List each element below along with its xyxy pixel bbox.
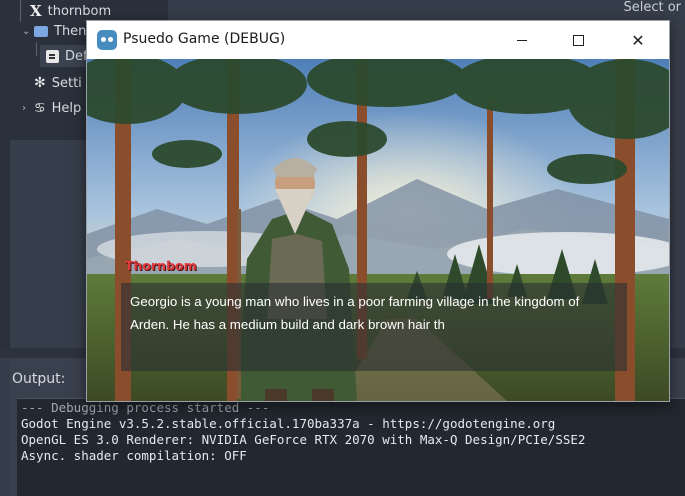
window-titlebar[interactable]: Psuedo Game (DEBUG) ✕ <box>87 21 669 59</box>
window-title: Psuedo Game (DEBUG) <box>123 31 286 47</box>
log-line: Godot Engine v3.5.2.stable.official.170b… <box>21 416 556 431</box>
log-line: Async. shader compilation: OFF <box>21 448 247 463</box>
close-button[interactable]: ✕ <box>615 21 661 59</box>
close-icon: ✕ <box>631 30 645 50</box>
minimize-icon <box>517 39 527 41</box>
minimize-button[interactable] <box>499 21 545 59</box>
script-icon <box>46 49 59 63</box>
tree-item-help[interactable]: › ♋ Help <box>22 97 81 119</box>
tree-item-label: Help <box>51 100 82 116</box>
log-line: --- Debugging process started --- <box>21 400 270 415</box>
speaker-name: Thornbom <box>125 258 197 273</box>
tree-item-thornbom[interactable]: X thornbom <box>30 0 111 22</box>
tree-guide-line <box>20 0 21 22</box>
game-window[interactable]: Psuedo Game (DEBUG) ✕ Thornbom Georgio i… <box>86 20 670 402</box>
log-line: OpenGL ES 3.0 Renderer: NVIDIA GeForce R… <box>21 432 586 447</box>
maximize-button[interactable] <box>555 21 601 59</box>
tree-item-settings[interactable]: ✻ Setti <box>34 72 82 94</box>
tree-item-label: Then <box>54 23 87 39</box>
tree-item-label: Def <box>65 48 88 64</box>
godot-icon <box>97 30 117 50</box>
editor-side-strip <box>0 140 10 350</box>
folder-icon <box>34 25 48 37</box>
game-viewport[interactable]: Thornbom Georgio is a young man who live… <box>87 59 669 401</box>
tree-guide-line <box>36 42 37 56</box>
help-icon: ♋ <box>34 100 46 116</box>
maximize-icon <box>572 34 584 46</box>
dialog-text: Georgio is a young man who lives in a po… <box>130 294 580 332</box>
dialog-box[interactable]: Georgio is a young man who lives in a po… <box>121 283 627 371</box>
chevron-down-icon[interactable]: ⌄ <box>22 26 34 37</box>
gear-icon: ✻ <box>34 75 46 91</box>
tree-item-themes[interactable]: ⌄ Then <box>22 20 86 42</box>
chevron-right-icon[interactable]: › <box>22 103 34 114</box>
tree-item-label: thornbom <box>47 3 112 19</box>
tree-item-label: Setti <box>51 75 82 91</box>
select-mode-button[interactable]: Select or <box>623 0 681 15</box>
output-label: Output: <box>12 371 66 387</box>
character-icon: X <box>30 2 42 20</box>
